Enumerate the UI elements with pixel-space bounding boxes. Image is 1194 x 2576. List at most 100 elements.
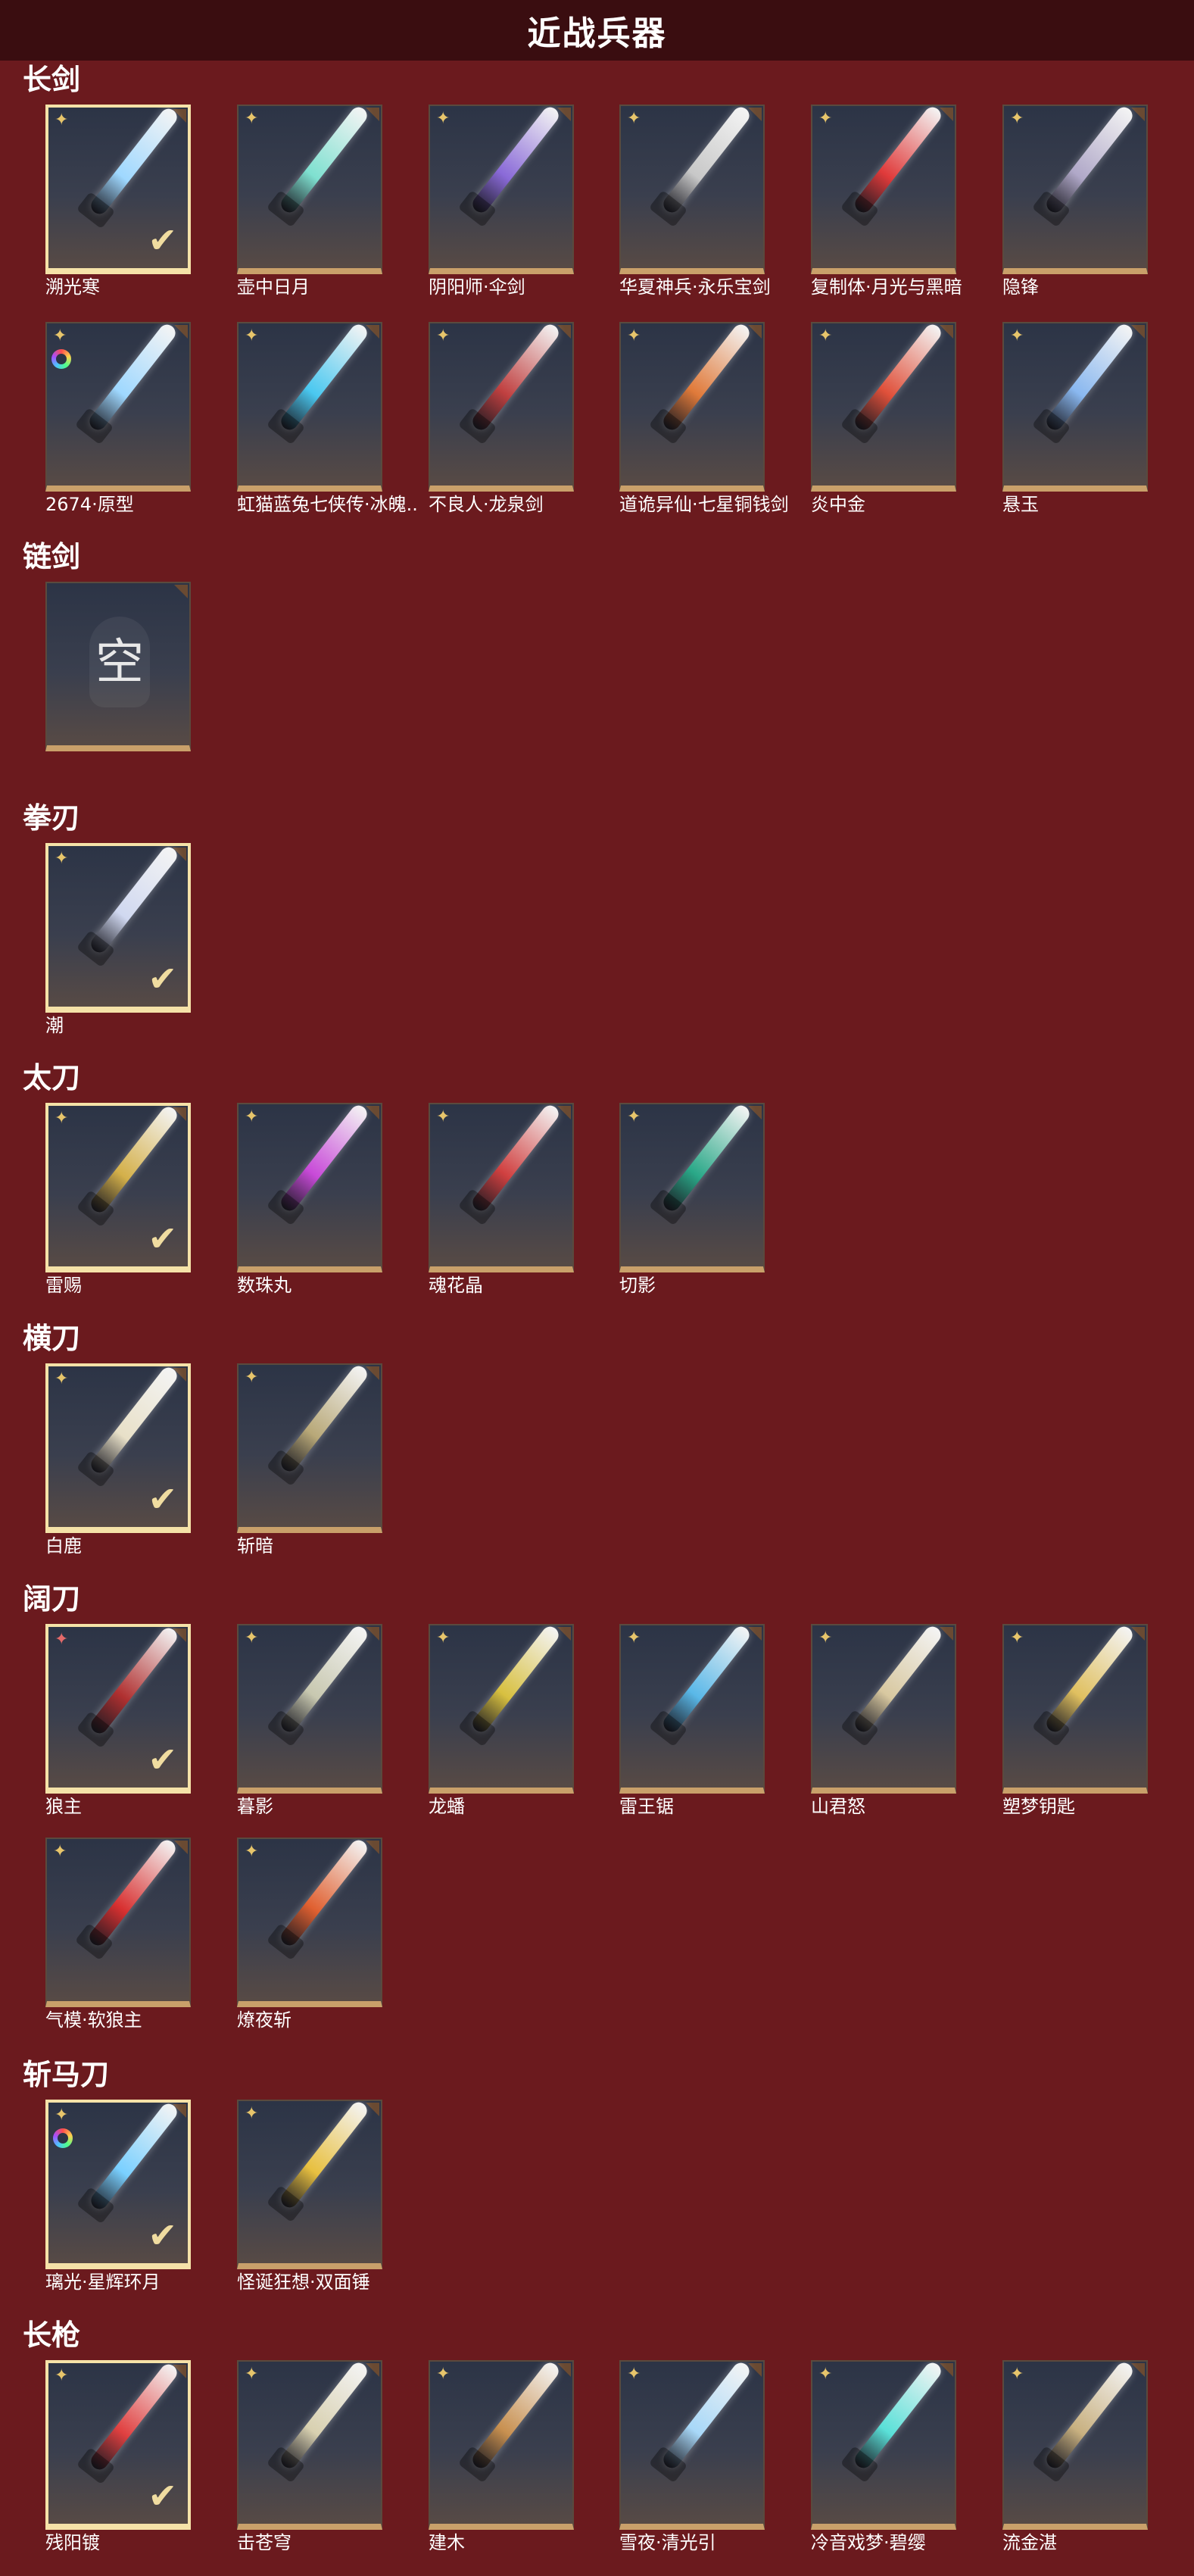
rarity-star-icon: ✦ — [55, 1109, 69, 1128]
weapon-image — [1043, 2362, 1136, 2471]
weapon-card[interactable]: ✦ 龙蟠 — [429, 1624, 574, 1817]
weapon-card[interactable]: ✦ ✔ 溯光寒 — [45, 105, 191, 298]
weapon-image — [1043, 323, 1136, 433]
weapon-name: 雷赐 — [45, 1275, 82, 1296]
weapon-card[interactable]: ✦ 雪夜·清光引 — [619, 2360, 765, 2553]
weapon-card[interactable]: ✦ 塑梦钥匙 — [1002, 1624, 1148, 1817]
weapon-card[interactable]: ✦ 斩暗 — [237, 1363, 382, 1557]
weapon-card[interactable]: ✦ ✔ 狼主 — [45, 1624, 191, 1817]
weapon-card[interactable]: ✦ 冷音戏梦·碧缨 — [811, 2360, 956, 2553]
weapon-card[interactable]: ✦ 隐锋 — [1002, 105, 1148, 298]
weapon-card[interactable]: ✦ 华夏神兵·永乐宝剑 — [619, 105, 771, 298]
weapon-card[interactable]: ✦ 道诡异仙·七星铜钱剑 — [619, 322, 789, 515]
weapon-image — [88, 1627, 180, 1737]
weapon-card[interactable]: ✦ 燎夜斩 — [237, 1838, 382, 2031]
weapon-name: 冷音戏梦·碧缨 — [811, 2532, 926, 2553]
weapon-image — [660, 2362, 753, 2471]
weapon-thumbnail: ✦ — [619, 1624, 765, 1794]
weapon-image — [469, 1104, 562, 1214]
weapon-card[interactable]: ✦ ✔ 潮 — [45, 843, 191, 1036]
weapon-thumbnail: ✦ ✔ — [45, 2360, 191, 2530]
category-label: 长枪 — [23, 2318, 81, 2352]
weapon-thumbnail: ✦ — [1002, 2360, 1148, 2530]
rarity-star-icon: ✦ — [245, 109, 259, 128]
category-label: 阔刀 — [23, 1582, 81, 1616]
weapon-name: 暮影 — [237, 1796, 273, 1817]
category-label: 长剑 — [23, 63, 81, 96]
weapon-card[interactable]: ✦ 击苍穹 — [237, 2360, 382, 2553]
weapon-card[interactable]: ✦ 2674·原型 — [45, 322, 191, 515]
weapon-card[interactable]: ✦ 切影 — [619, 1103, 765, 1296]
corner-tab-icon — [557, 325, 571, 339]
weapon-thumbnail: ✦ — [619, 322, 765, 492]
weapon-card[interactable]: ✦ 怪诞狂想·双面锤 — [237, 2100, 382, 2293]
rarity-star-icon: ✦ — [818, 326, 833, 345]
weapon-image — [88, 2103, 180, 2212]
corner-tab-icon — [174, 585, 188, 598]
rainbow-ring-icon — [53, 2128, 73, 2148]
weapon-name: 魂花晶 — [429, 1275, 483, 1296]
weapon-thumbnail: ✦ — [1002, 1624, 1148, 1794]
weapon-name: 阴阳师·伞剑 — [429, 276, 525, 298]
weapon-thumbnail: ✦ — [237, 1363, 382, 1533]
weapon-card[interactable]: ✦ 虹猫蓝兔七侠传·冰魄... — [237, 322, 419, 515]
corner-tab-icon — [748, 2363, 762, 2377]
weapon-thumbnail: ✦ — [619, 1103, 765, 1272]
weapon-card[interactable]: ✦ 壶中日月 — [237, 105, 382, 298]
weapon-name: 塑梦钥匙 — [1002, 1796, 1075, 1817]
weapon-card[interactable]: ✦ 炎中金 — [811, 322, 956, 515]
rarity-star-icon: ✦ — [245, 2365, 259, 2384]
weapon-card[interactable]: ✦ 山君怒 — [811, 1624, 956, 1817]
weapon-image — [86, 323, 179, 433]
weapon-card[interactable]: ✦ ✔ 白鹿 — [45, 1363, 191, 1557]
weapon-card[interactable]: ✦ 建木 — [429, 2360, 574, 2553]
weapon-thumbnail: ✦ ✔ — [45, 1363, 191, 1533]
empty-weapon-slot[interactable]: 空 — [45, 582, 191, 751]
weapon-card[interactable]: ✦ 数珠丸 — [237, 1103, 382, 1296]
weapon-image — [88, 1106, 180, 1216]
weapon-card[interactable]: ✦ ✔ 璃光·星辉环月 — [45, 2100, 191, 2293]
weapon-name: 击苍穹 — [237, 2532, 291, 2553]
corner-tab-icon — [557, 2363, 571, 2377]
corner-tab-icon — [366, 1627, 379, 1641]
rarity-star-icon: ✦ — [436, 1628, 450, 1647]
weapon-image — [278, 323, 370, 433]
weapon-thumbnail: ✦ — [429, 2360, 574, 2530]
weapon-name: 白鹿 — [45, 1535, 82, 1557]
weapon-card[interactable]: ✦ 不良人·龙泉剑 — [429, 322, 574, 515]
rarity-star-icon: ✦ — [55, 111, 69, 130]
weapon-name: 残阳镀 — [45, 2532, 100, 2553]
weapon-card[interactable]: ✦ 雷王锯 — [619, 1624, 765, 1817]
rarity-star-icon: ✦ — [53, 326, 67, 345]
weapon-card[interactable]: ✦ 暮影 — [237, 1624, 382, 1817]
weapon-card[interactable]: ✦ 阴阳师·伞剑 — [429, 105, 574, 298]
page-header: 近战兵器 — [0, 0, 1194, 61]
weapon-thumbnail: ✦ — [1002, 322, 1148, 492]
corner-tab-icon — [366, 2103, 379, 2116]
empty-slot-glyph: 空 — [95, 635, 144, 691]
corner-tab-icon — [940, 2363, 953, 2377]
corner-tab-icon — [748, 108, 762, 121]
weapon-card[interactable]: ✦ 悬玉 — [1002, 322, 1148, 515]
category-label: 太刀 — [23, 1061, 81, 1094]
weapon-image — [1043, 1625, 1136, 1735]
weapon-image — [88, 108, 180, 217]
weapon-card[interactable]: ✦ ✔ 雷赐 — [45, 1103, 191, 1296]
weapon-thumbnail: ✦ — [237, 2360, 382, 2530]
weapon-card[interactable]: ✦ 流金湛 — [1002, 2360, 1148, 2553]
weapon-name: 斩暗 — [237, 1535, 273, 1557]
corner-tab-icon — [366, 1366, 379, 1380]
weapon-card[interactable]: ✦ 气模·软狼主 — [45, 1838, 191, 2031]
weapon-thumbnail: ✦ — [45, 1838, 191, 2007]
weapon-thumbnail: ✦ — [429, 322, 574, 492]
corner-tab-icon — [1131, 325, 1145, 339]
corner-tab-icon — [366, 1106, 379, 1119]
weapon-image — [852, 323, 944, 433]
weapon-card[interactable]: ✦ ✔ 残阳镀 — [45, 2360, 191, 2553]
weapon-name: 道诡异仙·七星铜钱剑 — [619, 494, 789, 515]
corner-tab-icon — [174, 325, 188, 339]
weapon-card[interactable]: ✦ 复制体·月光与黑暗 — [811, 105, 962, 298]
weapon-card[interactable]: ✦ 魂花晶 — [429, 1103, 574, 1296]
weapon-name: 流金湛 — [1002, 2532, 1057, 2553]
weapon-image — [88, 2363, 180, 2473]
